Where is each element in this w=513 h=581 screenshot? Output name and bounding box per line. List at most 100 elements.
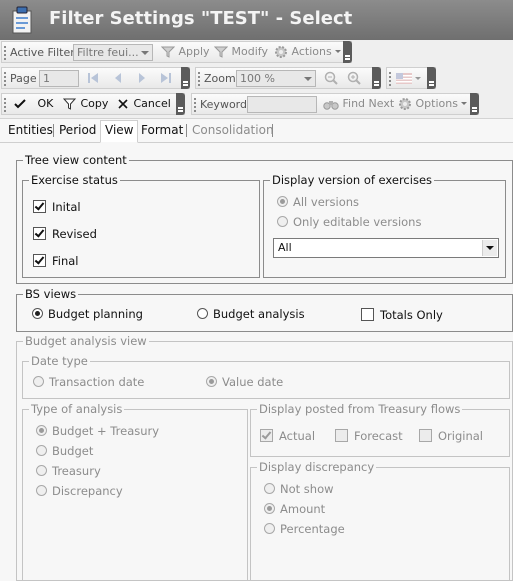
budget-planning-radio[interactable]: Budget planning (32, 307, 143, 321)
initial-checkbox[interactable]: Inital (33, 200, 81, 214)
find-next-button[interactable]: Find Next (323, 97, 394, 113)
value-date-label: Value date (222, 375, 284, 389)
zoom-value: 100 % (240, 72, 275, 85)
modify-button[interactable]: Modify (214, 45, 268, 61)
search-group: Keyword Find Next Options (191, 93, 479, 115)
radio-unselected-icon (277, 216, 288, 227)
toolbar-grip[interactable] (4, 46, 6, 60)
final-checkbox[interactable]: Final (33, 254, 79, 268)
discrepancy-radio[interactable]: Discrepancy (36, 484, 123, 498)
tab-format[interactable]: Format (139, 123, 185, 137)
transaction-date-radio[interactable]: Transaction date (33, 375, 144, 389)
toolbar-overflow-button[interactable] (181, 67, 190, 89)
final-label: Final (52, 254, 79, 268)
zoom-combo[interactable]: 100 % (236, 70, 316, 87)
toolbar-overflow-button[interactable] (470, 93, 479, 115)
funnel-copy-icon (63, 98, 77, 110)
options-label: Options (415, 97, 458, 110)
actual-label: Actual (279, 429, 316, 443)
first-page-icon[interactable] (87, 72, 99, 84)
discrepancy-label: Discrepancy (52, 484, 123, 498)
language-flag-icon[interactable] (396, 73, 412, 84)
checkbox-checked-icon (33, 200, 46, 213)
display-discrepancy-group: Display discrepancy Not show Amount Perc… (250, 460, 510, 581)
version-select[interactable]: All (273, 238, 499, 258)
copy-button[interactable]: Copy (63, 97, 108, 113)
page-toolbar: Page 1 Zoom 100 % (0, 66, 513, 93)
actions-button[interactable]: Actions (274, 45, 342, 61)
checkbox-unchecked-icon (419, 429, 432, 442)
last-page-icon[interactable] (160, 72, 172, 84)
chevron-down-icon (482, 240, 497, 256)
toolbar-grip[interactable] (389, 72, 391, 86)
only-editable-versions-radio[interactable]: Only editable versions (277, 215, 421, 229)
toolbar-grip[interactable] (4, 72, 6, 86)
value-date-radio[interactable]: Value date (206, 375, 283, 389)
find-next-label: Find Next (342, 97, 395, 110)
active-filter-combo[interactable]: Filtre feui... (73, 44, 153, 61)
totals-only-checkbox[interactable]: Totals Only (361, 308, 443, 322)
radio-selected-icon (32, 308, 43, 319)
checkbox-unchecked-icon (361, 308, 374, 321)
tab-consolidation[interactable]: Consolidation (190, 123, 276, 137)
command-group: OK Copy Cancel (1, 93, 185, 115)
exercise-status-title: Exercise status (29, 173, 120, 187)
original-checkbox[interactable]: Original (419, 429, 483, 443)
revised-checkbox[interactable]: Revised (33, 227, 97, 241)
radio-unselected-icon (197, 308, 208, 319)
treasury-label: Treasury (52, 464, 101, 478)
tab-period[interactable]: Period (57, 123, 98, 137)
percentage-radio[interactable]: Percentage (264, 522, 345, 536)
toolbar-overflow-button[interactable] (176, 93, 185, 115)
toolbar-overflow-button[interactable] (343, 41, 352, 63)
options-button[interactable]: Options (398, 97, 468, 113)
checkbox-unchecked-icon (335, 429, 348, 442)
zoom-group: Zoom 100 % (195, 67, 381, 89)
page-input[interactable]: 1 (39, 70, 79, 87)
tab-separator (272, 124, 273, 137)
apply-button[interactable]: Apply (161, 45, 210, 61)
ok-label: OK (37, 97, 54, 110)
version-select-value: All (278, 241, 292, 254)
budget-plus-treasury-radio[interactable]: Budget + Treasury (36, 424, 159, 438)
amount-radio[interactable]: Amount (264, 502, 325, 516)
not-show-radio[interactable]: Not show (264, 482, 334, 496)
cancel-label: Cancel (133, 97, 171, 110)
type-of-analysis-title: Type of analysis (29, 402, 125, 416)
toolbar-grip[interactable] (4, 98, 6, 112)
all-versions-radio[interactable]: All versions (277, 195, 359, 209)
funnel-check-icon (161, 46, 175, 58)
next-page-icon[interactable] (136, 72, 148, 84)
budget-radio[interactable]: Budget (36, 444, 93, 458)
actions-label: Actions (291, 45, 332, 58)
command-toolbar: OK Copy Cancel Keyword Find Next Options (0, 92, 513, 119)
treasury-radio[interactable]: Treasury (36, 464, 101, 478)
toolbar-grip[interactable] (194, 98, 196, 112)
radio-unselected-icon (36, 445, 47, 456)
radio-selected-icon (206, 376, 217, 387)
radio-unselected-icon (33, 376, 44, 387)
filter-toolbar-group: Active Filter Filtre feui... Apply Modif… (1, 41, 352, 63)
active-filter-label: Active Filter (10, 46, 75, 59)
forecast-checkbox[interactable]: Forecast (335, 429, 403, 443)
radio-unselected-icon (36, 485, 47, 496)
toolbar-overflow-button[interactable] (372, 67, 381, 89)
budget-analysis-radio[interactable]: Budget analysis (197, 307, 305, 321)
ok-button[interactable]: OK (14, 97, 53, 113)
budget-planning-label: Budget planning (48, 307, 143, 321)
tab-entities[interactable]: Entities (6, 123, 55, 137)
tab-view[interactable]: View (100, 120, 139, 143)
keyword-input[interactable] (247, 96, 317, 113)
checkbox-checked-icon (33, 227, 46, 240)
cancel-button[interactable]: Cancel (118, 97, 171, 113)
toolbar-overflow-button[interactable] (427, 67, 436, 89)
radio-unselected-icon (264, 483, 275, 494)
chevron-down-icon[interactable] (415, 77, 421, 80)
display-version-title: Display version of exercises (270, 173, 435, 187)
previous-page-icon[interactable] (112, 72, 124, 84)
actual-checkbox[interactable]: Actual (260, 429, 315, 443)
zoom-in-icon[interactable] (347, 71, 361, 85)
zoom-out-icon[interactable] (324, 71, 338, 85)
toolbar-grip[interactable] (198, 72, 200, 86)
checkbox-checked-icon (33, 254, 46, 267)
